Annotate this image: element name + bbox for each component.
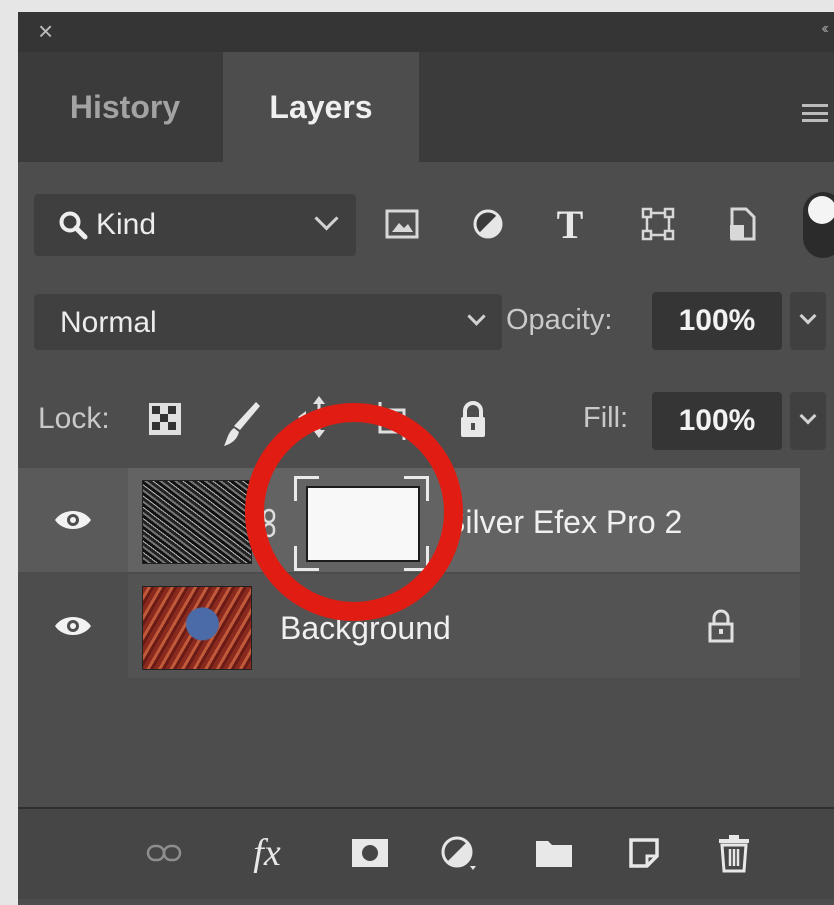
lock-image-pixels-icon[interactable]: [222, 400, 262, 453]
shape-filter-icon[interactable]: [632, 198, 684, 250]
fill-dropdown-button[interactable]: [790, 392, 826, 450]
visibility-toggle[interactable]: [18, 574, 128, 678]
fx-label: fx: [253, 832, 281, 874]
adjustment-filter-icon[interactable]: [462, 198, 514, 250]
type-glyph: T: [556, 201, 584, 247]
adjustment-layer-icon[interactable]: [436, 829, 480, 877]
delete-icon[interactable]: [712, 829, 756, 877]
filter-row: Kind T: [18, 162, 834, 287]
chevron-down-icon: [314, 206, 339, 231]
highlight-circle-annotation: [245, 403, 463, 621]
smart-object-filter-icon[interactable]: [716, 198, 768, 250]
chevron-down-icon: [467, 307, 486, 326]
tab-bar: History Layers: [18, 52, 834, 162]
fill-label: Fill:: [583, 402, 629, 434]
opacity-label: Opacity:: [506, 304, 613, 336]
toggle-knob: [808, 196, 834, 224]
blend-mode-value: Normal: [60, 306, 157, 339]
chevron-down-icon: [799, 307, 817, 325]
search-icon: [58, 210, 92, 240]
opacity-input[interactable]: 100%: [652, 292, 782, 350]
layers-toolbar: fx: [18, 809, 834, 899]
fx-icon[interactable]: fx: [240, 829, 294, 877]
visibility-toggle[interactable]: [18, 468, 128, 572]
link-layers-icon[interactable]: [144, 829, 184, 877]
lock-icon: [706, 608, 736, 649]
eye-icon: [55, 617, 91, 635]
tab-history[interactable]: History: [32, 52, 218, 162]
filter-kind-dropdown[interactable]: Kind: [34, 194, 356, 256]
add-mask-icon[interactable]: [348, 829, 392, 877]
new-layer-icon[interactable]: [622, 829, 666, 877]
new-group-icon[interactable]: [532, 829, 576, 877]
panel-menu-icon[interactable]: [802, 104, 828, 122]
lock-label: Lock:: [38, 402, 110, 435]
opacity-dropdown-button[interactable]: [790, 292, 826, 350]
eye-icon: [55, 511, 91, 529]
blend-mode-dropdown[interactable]: Normal: [34, 294, 502, 350]
lock-all-icon[interactable]: [458, 400, 488, 445]
close-icon[interactable]: ×: [38, 18, 53, 44]
filter-kind-label: Kind: [96, 208, 157, 241]
layer-thumbnail[interactable]: [142, 480, 252, 564]
type-filter-icon[interactable]: T: [544, 198, 596, 250]
image-filter-icon[interactable]: [376, 198, 428, 250]
layer-thumbnail[interactable]: [142, 586, 252, 670]
chevron-down-icon: [799, 407, 817, 425]
tab-layers[interactable]: Layers: [223, 52, 419, 162]
fill-input[interactable]: 100%: [652, 392, 782, 450]
panel-title-bar: × ‹‹: [18, 12, 834, 52]
blend-row: Normal Opacity: 100%: [18, 282, 834, 372]
lock-transparent-pixels-icon[interactable]: [148, 402, 182, 441]
filter-toggle[interactable]: [803, 192, 834, 258]
layer-name[interactable]: Silver Efex Pro 2: [444, 504, 682, 541]
collapse-panel-icon[interactable]: ‹‹: [821, 20, 828, 38]
